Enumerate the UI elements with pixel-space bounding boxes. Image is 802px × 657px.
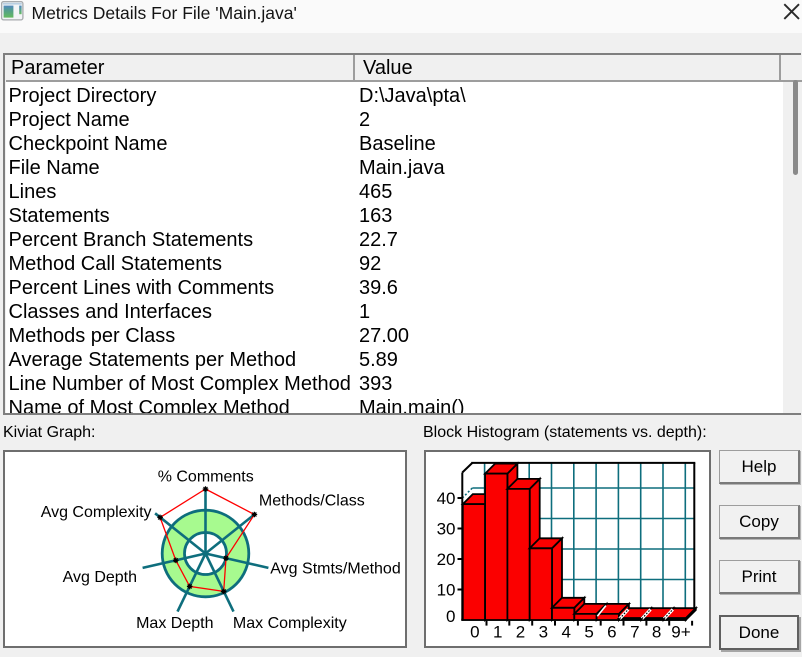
svg-text:6: 6 [607, 623, 616, 642]
svg-text:8: 8 [652, 623, 661, 642]
svg-text:Max Complexity: Max Complexity [233, 615, 347, 632]
svg-text:30: 30 [437, 520, 456, 539]
svg-text:40: 40 [437, 489, 456, 508]
svg-text:3: 3 [539, 623, 548, 642]
svg-text:Max Depth: Max Depth [136, 615, 213, 632]
svg-text:Avg Complexity: Avg Complexity [41, 504, 152, 521]
svg-text:Methods/Class: Methods/Class [259, 493, 365, 510]
svg-text:Avg Depth: Avg Depth [63, 569, 137, 586]
svg-text:Avg Stmts/Method: Avg Stmts/Method [270, 560, 400, 577]
svg-text:2: 2 [516, 623, 525, 642]
svg-text:1: 1 [493, 623, 502, 642]
svg-text:10: 10 [437, 581, 456, 600]
svg-text:0: 0 [470, 623, 479, 642]
svg-text:9+: 9+ [671, 623, 690, 642]
svg-text:4: 4 [561, 623, 570, 642]
svg-text:7: 7 [630, 623, 639, 642]
svg-text:20: 20 [437, 550, 456, 569]
svg-text:0: 0 [446, 607, 455, 626]
svg-text:5: 5 [584, 623, 593, 642]
svg-text:% Comments: % Comments [158, 469, 254, 486]
